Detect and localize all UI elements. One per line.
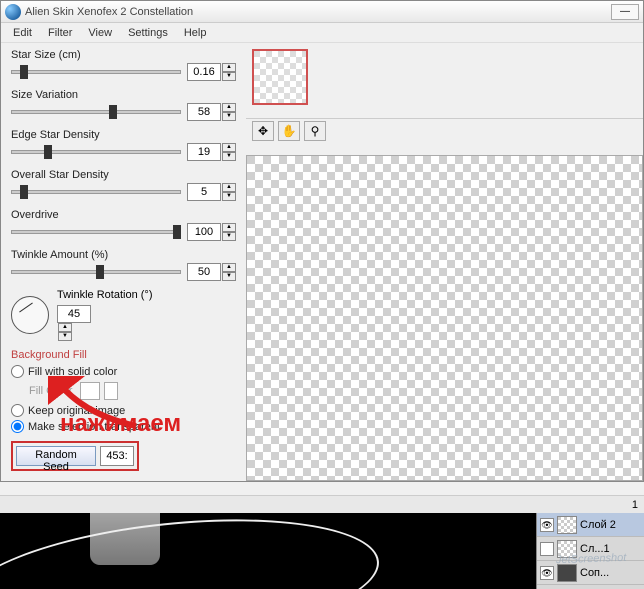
edge-density-spinner[interactable]: ▲▼ xyxy=(222,143,236,161)
star-size-slider[interactable] xyxy=(11,70,181,74)
overall-density-spinner[interactable]: ▲▼ xyxy=(222,183,236,201)
seed-value[interactable]: 453: xyxy=(100,446,134,466)
layer-thumb xyxy=(557,564,577,582)
menu-edit[interactable]: Edit xyxy=(5,25,40,41)
param-edge-density: Edge Star Density 19 ▲▼ xyxy=(11,129,236,161)
overall-density-value[interactable]: 5 xyxy=(187,183,221,201)
rotation-dial[interactable] xyxy=(11,296,49,334)
preview-column: ✥ ✋ ⚲ xyxy=(246,43,643,481)
pointer-tool-icon[interactable]: ✥ xyxy=(252,121,274,141)
layer-name: Соп... xyxy=(580,567,609,579)
layer-row[interactable]: 👁 Слой 2 xyxy=(537,513,644,537)
preset-strip xyxy=(246,43,643,119)
seed-row: Random Seed 453: xyxy=(11,441,139,471)
overdrive-slider[interactable] xyxy=(11,230,181,234)
menu-filter[interactable]: Filter xyxy=(40,25,80,41)
titlebar: Alien Skin Xenofex 2 Constellation — xyxy=(1,1,643,23)
size-variation-slider[interactable] xyxy=(11,110,181,114)
visibility-icon[interactable]: 👁 xyxy=(540,566,554,580)
param-overall-density: Overall Star Density 5 ▲▼ xyxy=(11,169,236,201)
menu-help[interactable]: Help xyxy=(176,25,215,41)
edge-density-label: Edge Star Density xyxy=(11,129,236,141)
twinkle-amount-slider[interactable] xyxy=(11,270,181,274)
zoom-status: 1 xyxy=(632,499,638,511)
menubar: Edit Filter View Settings Help xyxy=(1,23,643,43)
bgfill-title: Background Fill xyxy=(11,349,236,361)
twinkle-rotation-spinner[interactable]: ▲▼ xyxy=(58,323,72,341)
ring-shape xyxy=(0,513,385,589)
param-star-size: Star Size (cm) 0.16 ▲▼ xyxy=(11,49,236,81)
document-view xyxy=(0,513,536,589)
statusbar: 1 xyxy=(0,495,644,513)
star-size-value[interactable]: 0.16 xyxy=(187,63,221,81)
edge-density-value[interactable]: 19 xyxy=(187,143,221,161)
toolstrip: ✥ ✋ ⚲ xyxy=(246,119,643,143)
star-size-label: Star Size (cm) xyxy=(11,49,236,61)
editor-strip: 👁 Слой 2 Сл...1 👁 Соп... JetScreenshot xyxy=(0,513,644,589)
radio-solid[interactable] xyxy=(11,365,24,378)
radio-keep[interactable] xyxy=(11,404,24,417)
edge-density-slider[interactable] xyxy=(11,150,181,154)
visibility-icon[interactable]: 👁 xyxy=(540,518,554,532)
layer-thumb xyxy=(557,516,577,534)
twinkle-rotation-label: Twinkle Rotation (°) xyxy=(57,289,153,301)
twinkle-amount-value[interactable]: 50 xyxy=(187,263,221,281)
size-variation-value[interactable]: 58 xyxy=(187,103,221,121)
twinkle-amount-label: Twinkle Amount (%) xyxy=(11,249,236,261)
zoom-tool-icon[interactable]: ⚲ xyxy=(304,121,326,141)
visibility-icon[interactable] xyxy=(540,542,554,556)
param-overdrive: Overdrive 100 ▲▼ xyxy=(11,209,236,241)
size-variation-spinner[interactable]: ▲▼ xyxy=(222,103,236,121)
param-twinkle-rotation: Twinkle Rotation (°) 45 ▲▼ xyxy=(11,289,236,341)
size-variation-label: Size Variation xyxy=(11,89,236,101)
param-size-variation: Size Variation 58 ▲▼ xyxy=(11,89,236,121)
watermark: JetScreenshot xyxy=(555,552,626,566)
app-icon xyxy=(5,4,21,20)
preset-thumb[interactable] xyxy=(252,49,308,105)
annotation-text: нажимаем xyxy=(60,410,181,438)
overall-density-label: Overall Star Density xyxy=(11,169,236,181)
overall-density-slider[interactable] xyxy=(11,190,181,194)
overdrive-spinner[interactable]: ▲▼ xyxy=(222,223,236,241)
overdrive-label: Overdrive xyxy=(11,209,236,221)
overdrive-value[interactable]: 100 xyxy=(187,223,221,241)
hand-tool-icon[interactable]: ✋ xyxy=(278,121,300,141)
window-title: Alien Skin Xenofex 2 Constellation xyxy=(25,6,193,18)
radio-transparent[interactable] xyxy=(11,420,24,433)
menu-view[interactable]: View xyxy=(80,25,120,41)
minimize-button[interactable]: — xyxy=(611,4,639,20)
star-size-spinner[interactable]: ▲▼ xyxy=(222,63,236,81)
menu-settings[interactable]: Settings xyxy=(120,25,176,41)
random-seed-button[interactable]: Random Seed xyxy=(16,446,96,466)
twinkle-amount-spinner[interactable]: ▲▼ xyxy=(222,263,236,281)
preview-canvas[interactable] xyxy=(246,155,643,481)
param-twinkle-amount: Twinkle Amount (%) 50 ▲▼ xyxy=(11,249,236,281)
twinkle-rotation-value[interactable]: 45 xyxy=(57,305,91,323)
layers-panel: 👁 Слой 2 Сл...1 👁 Соп... xyxy=(536,513,644,589)
layer-name: Слой 2 xyxy=(580,519,616,531)
